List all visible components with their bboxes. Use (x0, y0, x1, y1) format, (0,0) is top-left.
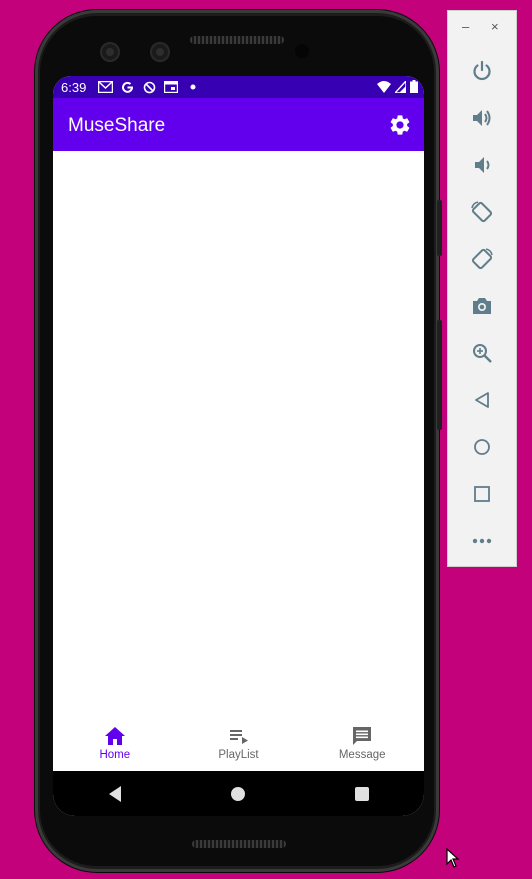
home-circle-icon (231, 786, 246, 801)
app-bar: MuseShare (53, 98, 424, 151)
front-camera-right (150, 42, 170, 62)
rotate-right-button[interactable] (469, 246, 495, 272)
toolbar-header: – × (448, 11, 516, 49)
system-back-button[interactable] (95, 774, 135, 814)
back-button[interactable] (469, 387, 495, 413)
volume-down-button[interactable] (469, 152, 495, 178)
system-navigation-bar (53, 771, 424, 816)
signal-icon (393, 78, 407, 96)
back-icon (475, 392, 489, 408)
notification-icons (97, 79, 201, 95)
status-time: 6:39 (61, 80, 87, 95)
dot-icon (185, 79, 201, 95)
sync-icon (141, 79, 157, 95)
camera-icon (473, 298, 491, 314)
home-icon (474, 439, 490, 455)
volume-up-icon (473, 110, 491, 126)
zoom-icon (473, 344, 492, 363)
more-button[interactable] (469, 528, 495, 554)
power-side-button (437, 200, 442, 256)
app-title: MuseShare (68, 115, 166, 136)
mouse-cursor-icon (446, 848, 460, 868)
more-icon (472, 538, 492, 544)
calendar-icon (163, 79, 179, 95)
system-home-button[interactable] (218, 774, 258, 814)
power-button[interactable] (469, 58, 495, 84)
nav-label-home: Home (99, 749, 131, 761)
minimize-button[interactable]: – (462, 19, 469, 34)
volume-up-button[interactable] (469, 105, 495, 131)
recents-icon (355, 786, 370, 801)
overview-icon (474, 486, 490, 502)
rotate-right-icon (471, 248, 493, 270)
screenshot-button[interactable] (469, 293, 495, 319)
close-button[interactable]: × (491, 19, 499, 34)
zoom-button[interactable] (469, 340, 495, 366)
nav-label-playlist: PlayList (218, 749, 259, 761)
overview-button[interactable] (469, 481, 495, 507)
volume-down-icon (475, 157, 490, 173)
nav-item-home[interactable]: Home (53, 717, 177, 771)
bottom-speaker (192, 840, 286, 848)
home-icon (104, 727, 125, 745)
bottom-navigation: Home PlayList Message (53, 717, 424, 771)
google-icon (119, 79, 135, 95)
status-bar: 6:39 (53, 76, 424, 98)
phone-screen: 6:39 MuseShare Home PlayList Message (53, 76, 424, 816)
volume-side-button (437, 320, 442, 430)
rotate-left-icon (471, 201, 493, 223)
earpiece-speaker (190, 36, 284, 44)
status-right-icons (377, 78, 418, 96)
nav-item-message[interactable]: Message (300, 717, 424, 771)
playlist-icon (229, 730, 248, 744)
nav-label-message: Message (338, 749, 386, 761)
back-icon (108, 785, 121, 802)
main-content-area (53, 151, 424, 715)
battery-icon (410, 80, 418, 96)
gear-icon (390, 115, 410, 135)
system-recents-button[interactable] (342, 774, 382, 814)
home-button[interactable] (469, 434, 495, 460)
power-icon (473, 60, 491, 81)
proximity-sensor (295, 44, 309, 58)
nav-item-playlist[interactable]: PlayList (177, 717, 301, 771)
emulator-toolbar: – × (447, 10, 517, 567)
gmail-icon (97, 79, 113, 95)
message-icon (353, 727, 372, 745)
wifi-icon (377, 80, 391, 96)
settings-button[interactable] (388, 113, 412, 137)
front-camera-left (100, 42, 120, 62)
rotate-left-button[interactable] (469, 199, 495, 225)
